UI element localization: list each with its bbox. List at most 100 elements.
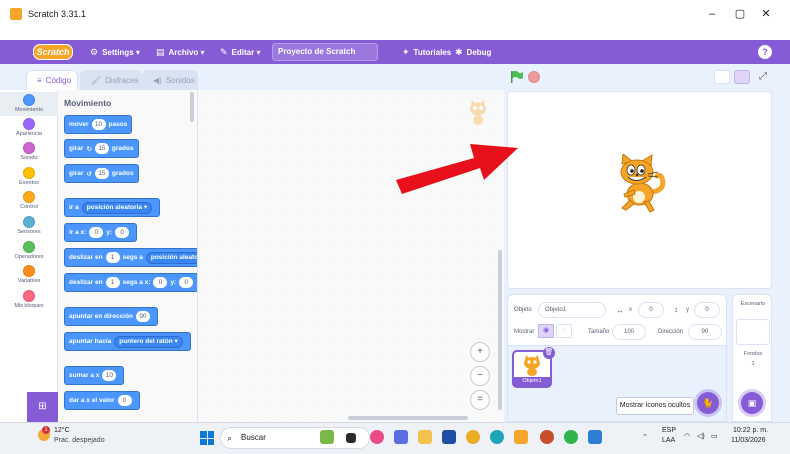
- chrome-profile-icon[interactable]: [540, 430, 554, 444]
- category-control[interactable]: Control: [0, 191, 58, 210]
- file-explorer-icon[interactable]: [418, 430, 432, 444]
- volume-icon[interactable]: ◁): [697, 432, 705, 440]
- edge-icon[interactable]: [490, 430, 504, 444]
- block-arg[interactable]: 0: [179, 277, 194, 288]
- chrome-icon[interactable]: [466, 430, 480, 444]
- category-sound[interactable]: Sonido: [0, 142, 58, 161]
- tab-code[interactable]: ≡ Código: [26, 70, 78, 90]
- whatsapp-icon[interactable]: [564, 430, 578, 444]
- workspace-horizontal-scrollbar[interactable]: [348, 416, 468, 420]
- zoom-out-button[interactable]: −: [470, 366, 490, 386]
- task-view-icon[interactable]: [346, 433, 356, 443]
- category-motion[interactable]: Movimiento: [0, 92, 58, 116]
- teams-icon[interactable]: [394, 430, 408, 444]
- scratch-logo[interactable]: Scratch: [33, 44, 73, 60]
- block-arg[interactable]: 90: [135, 311, 150, 322]
- help-icon[interactable]: ?: [758, 45, 772, 59]
- workspace-vertical-scrollbar[interactable]: [498, 250, 502, 410]
- block-glide-xy[interactable]: deslizar en 1 segs a x: 0 y: 0: [64, 273, 197, 292]
- wifi-icon[interactable]: ◠: [684, 432, 690, 440]
- category-sensing[interactable]: Sensores: [0, 216, 58, 235]
- edit-menu[interactable]: ✎ Editar ▾: [220, 40, 260, 64]
- block-point-direction[interactable]: apuntar en dirección 90: [64, 307, 158, 326]
- maximize-button[interactable]: ▢: [728, 4, 752, 24]
- block-turn-left[interactable]: girar ↺ 15 grados: [64, 164, 139, 183]
- landscape-widget-icon[interactable]: [320, 430, 334, 444]
- clock-date[interactable]: 11/03/2026: [731, 437, 766, 444]
- stop-button[interactable]: [528, 71, 540, 83]
- close-button[interactable]: ✕: [754, 4, 778, 24]
- direction-input[interactable]: 90: [688, 324, 722, 340]
- weather-temperature[interactable]: 12°C: [54, 427, 70, 434]
- cat-sprite-icon[interactable]: [608, 154, 668, 218]
- block-goto-xy[interactable]: ir a x: 0 y: 0: [64, 223, 138, 242]
- input-language[interactable]: ESP: [662, 427, 676, 434]
- block-arg[interactable]: 1: [105, 277, 120, 288]
- large-stage-button[interactable]: [734, 70, 750, 84]
- category-events[interactable]: Eventos: [0, 167, 58, 186]
- block-glide[interactable]: deslizar en 1 segs a posición aleatoria …: [64, 248, 197, 267]
- category-operators[interactable]: Operadores: [0, 241, 58, 260]
- block-dropdown[interactable]: posición aleatoria ▾: [145, 251, 197, 264]
- x-position-input[interactable]: 0: [638, 302, 664, 318]
- clock-time[interactable]: 10:22 p. m.: [733, 427, 768, 434]
- block-change-x[interactable]: sumar a x 10: [64, 366, 125, 385]
- size-input[interactable]: 100: [612, 324, 646, 340]
- block-arg[interactable]: 0: [117, 395, 132, 406]
- tutorials-button[interactable]: ✦ Tutoriales: [402, 40, 451, 64]
- weather-description[interactable]: Prac. despejado: [54, 437, 105, 444]
- block-move[interactable]: mover 10 pasos: [64, 115, 133, 134]
- block-point-towards[interactable]: apuntar hacia puntero del ratón ▾: [64, 332, 191, 351]
- category-dot-icon: [23, 241, 35, 253]
- fullscreen-icon[interactable]: ⤢: [756, 70, 770, 84]
- stage-canvas[interactable]: [507, 91, 772, 289]
- block-dropdown[interactable]: posición aleatoria ▾: [81, 201, 153, 214]
- store-icon[interactable]: [442, 430, 456, 444]
- category-variables[interactable]: Variables: [0, 265, 58, 284]
- file-menu[interactable]: ▤ Archivo ▾: [156, 40, 205, 64]
- tab-sounds[interactable]: ◀) Sonidos: [142, 70, 198, 90]
- show-sprite-eye-icon[interactable]: ◉: [538, 324, 554, 338]
- hide-sprite-eye-icon[interactable]: ◌: [556, 324, 572, 338]
- tab-costumes[interactable]: 🖌 Disfraces: [80, 70, 142, 90]
- category-my-blocks[interactable]: Mis bloques: [0, 290, 58, 309]
- choose-sprite-button[interactable]: 🐈: [697, 392, 719, 414]
- settings-menu[interactable]: ⚙ Settings ▾: [90, 40, 140, 64]
- copilot-icon[interactable]: [370, 430, 384, 444]
- delete-sprite-trash-icon[interactable]: 🗑: [543, 347, 555, 359]
- block-dropdown[interactable]: puntero del ratón ▾: [114, 335, 183, 348]
- block-arg[interactable]: 0: [115, 227, 130, 238]
- zoom-reset-button[interactable]: =: [470, 390, 490, 410]
- scratch-taskbar-icon[interactable]: [514, 430, 528, 444]
- code-icon: ≡: [37, 76, 42, 85]
- palette-scrollbar[interactable]: [190, 92, 194, 122]
- zoom-in-button[interactable]: +: [470, 342, 490, 362]
- block-set-x[interactable]: dar a x el valor 0: [64, 391, 140, 410]
- sprite-thumbnail[interactable]: Objeto1 🗑: [512, 347, 555, 388]
- block-arg[interactable]: 15: [94, 168, 109, 179]
- green-flag-icon[interactable]: [510, 70, 524, 84]
- input-layout[interactable]: LAA: [662, 437, 675, 444]
- block-arg[interactable]: 10: [102, 370, 117, 381]
- sprite-name-input[interactable]: Objeto1: [538, 302, 606, 318]
- add-extension-button[interactable]: ⊞: [27, 392, 58, 422]
- choose-backdrop-button[interactable]: ▣: [741, 392, 763, 414]
- project-title-input[interactable]: Proyecto de Scratch: [272, 43, 378, 61]
- category-looks[interactable]: Apariencia: [0, 118, 58, 137]
- tray-chevron-up-icon[interactable]: ⌃: [642, 433, 648, 441]
- y-position-input[interactable]: 0: [694, 302, 720, 318]
- block-arg[interactable]: 0: [89, 227, 104, 238]
- minimize-button[interactable]: –: [700, 4, 724, 24]
- debug-button[interactable]: ✱ Debug: [455, 40, 491, 64]
- block-arg[interactable]: 10: [91, 119, 106, 130]
- block-arg[interactable]: 0: [153, 277, 168, 288]
- block-arg[interactable]: 1: [105, 252, 120, 263]
- block-goto[interactable]: ir a posición aleatoria ▾: [64, 198, 161, 217]
- vscode-icon[interactable]: [588, 430, 602, 444]
- stage-thumbnail[interactable]: [736, 319, 770, 345]
- windows-start-icon[interactable]: [200, 431, 214, 445]
- small-stage-button[interactable]: [714, 70, 730, 84]
- block-arg[interactable]: 15: [94, 143, 109, 154]
- block-turn-right[interactable]: girar ↻ 15 grados: [64, 139, 139, 158]
- battery-icon[interactable]: ▭: [711, 432, 718, 440]
